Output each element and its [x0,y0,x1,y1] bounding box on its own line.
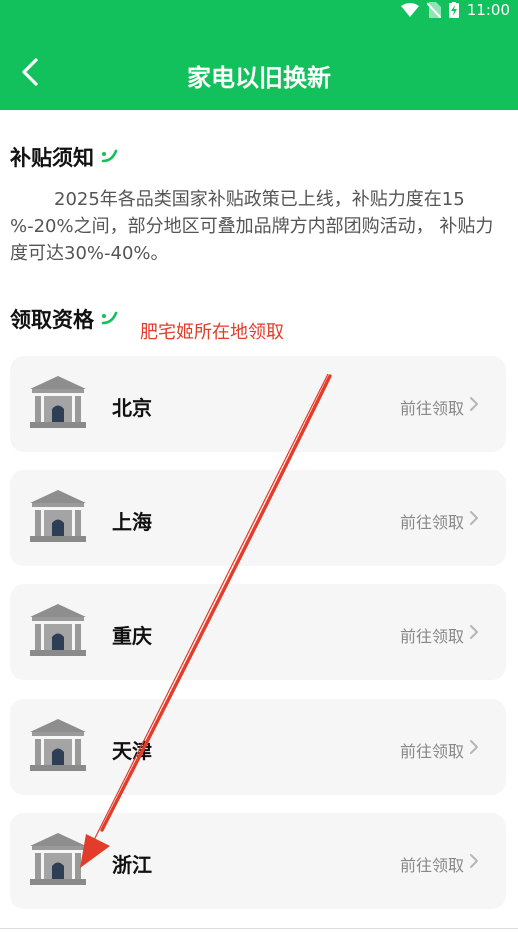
region-name: 浙江 [112,853,152,877]
chevron-right-icon [468,624,480,640]
chevron-right-icon [468,396,480,412]
region-action-label: 前往领取 [399,627,464,646]
bottom-divider [0,928,518,929]
status-bar: 11:00 [400,0,510,20]
no-sim-icon [426,2,441,18]
region-card-tianjin[interactable]: 天津 前往领取 [10,699,506,795]
status-time: 11:00 [466,1,510,19]
region-action-label: 前往领取 [399,742,464,761]
leaf-icon [100,307,118,331]
region-card-zhejiang[interactable]: 浙江 前往领取 [10,813,506,909]
page-title: 家电以旧换新 [187,64,331,92]
region-card-chongqing[interactable]: 重庆 前往领取 [10,584,506,680]
region-action-label: 前往领取 [399,399,464,418]
wifi-icon [400,3,419,17]
region-card-beijing[interactable]: 北京 前往领取 [10,356,506,452]
region-action-label: 前往领取 [399,856,464,875]
government-building-icon [28,374,88,434]
region-card-shanghai[interactable]: 上海 前往领取 [10,470,506,566]
government-building-icon [28,488,88,548]
region-name: 北京 [112,396,152,420]
government-building-icon [28,717,88,777]
eligibility-heading: 领取资格 [10,304,118,334]
notice-body: 2025年各品类国家补贴政策已上线，补贴力度在15 %-20%之间，部分地区可叠… [10,189,494,264]
eligibility-title: 领取资格 [10,308,94,332]
region-name: 天津 [112,739,152,763]
battery-charging-icon [448,2,459,18]
title-bar: 家电以旧换新 [0,40,518,110]
notice-heading: 补贴须知 [10,142,118,172]
region-name: 重庆 [112,624,152,648]
app-header: 11:00 家电以旧换新 [0,0,518,110]
region-action-label: 前往领取 [399,513,464,532]
leaf-icon [100,145,118,169]
government-building-icon [28,831,88,891]
chevron-right-icon [468,853,480,869]
government-building-icon [28,602,88,662]
region-name: 上海 [112,510,152,534]
chevron-right-icon [468,510,480,526]
annotation-text: 肥宅姬所在地领取 [140,322,284,343]
chevron-right-icon [468,739,480,755]
notice-title: 补贴须知 [10,146,94,170]
